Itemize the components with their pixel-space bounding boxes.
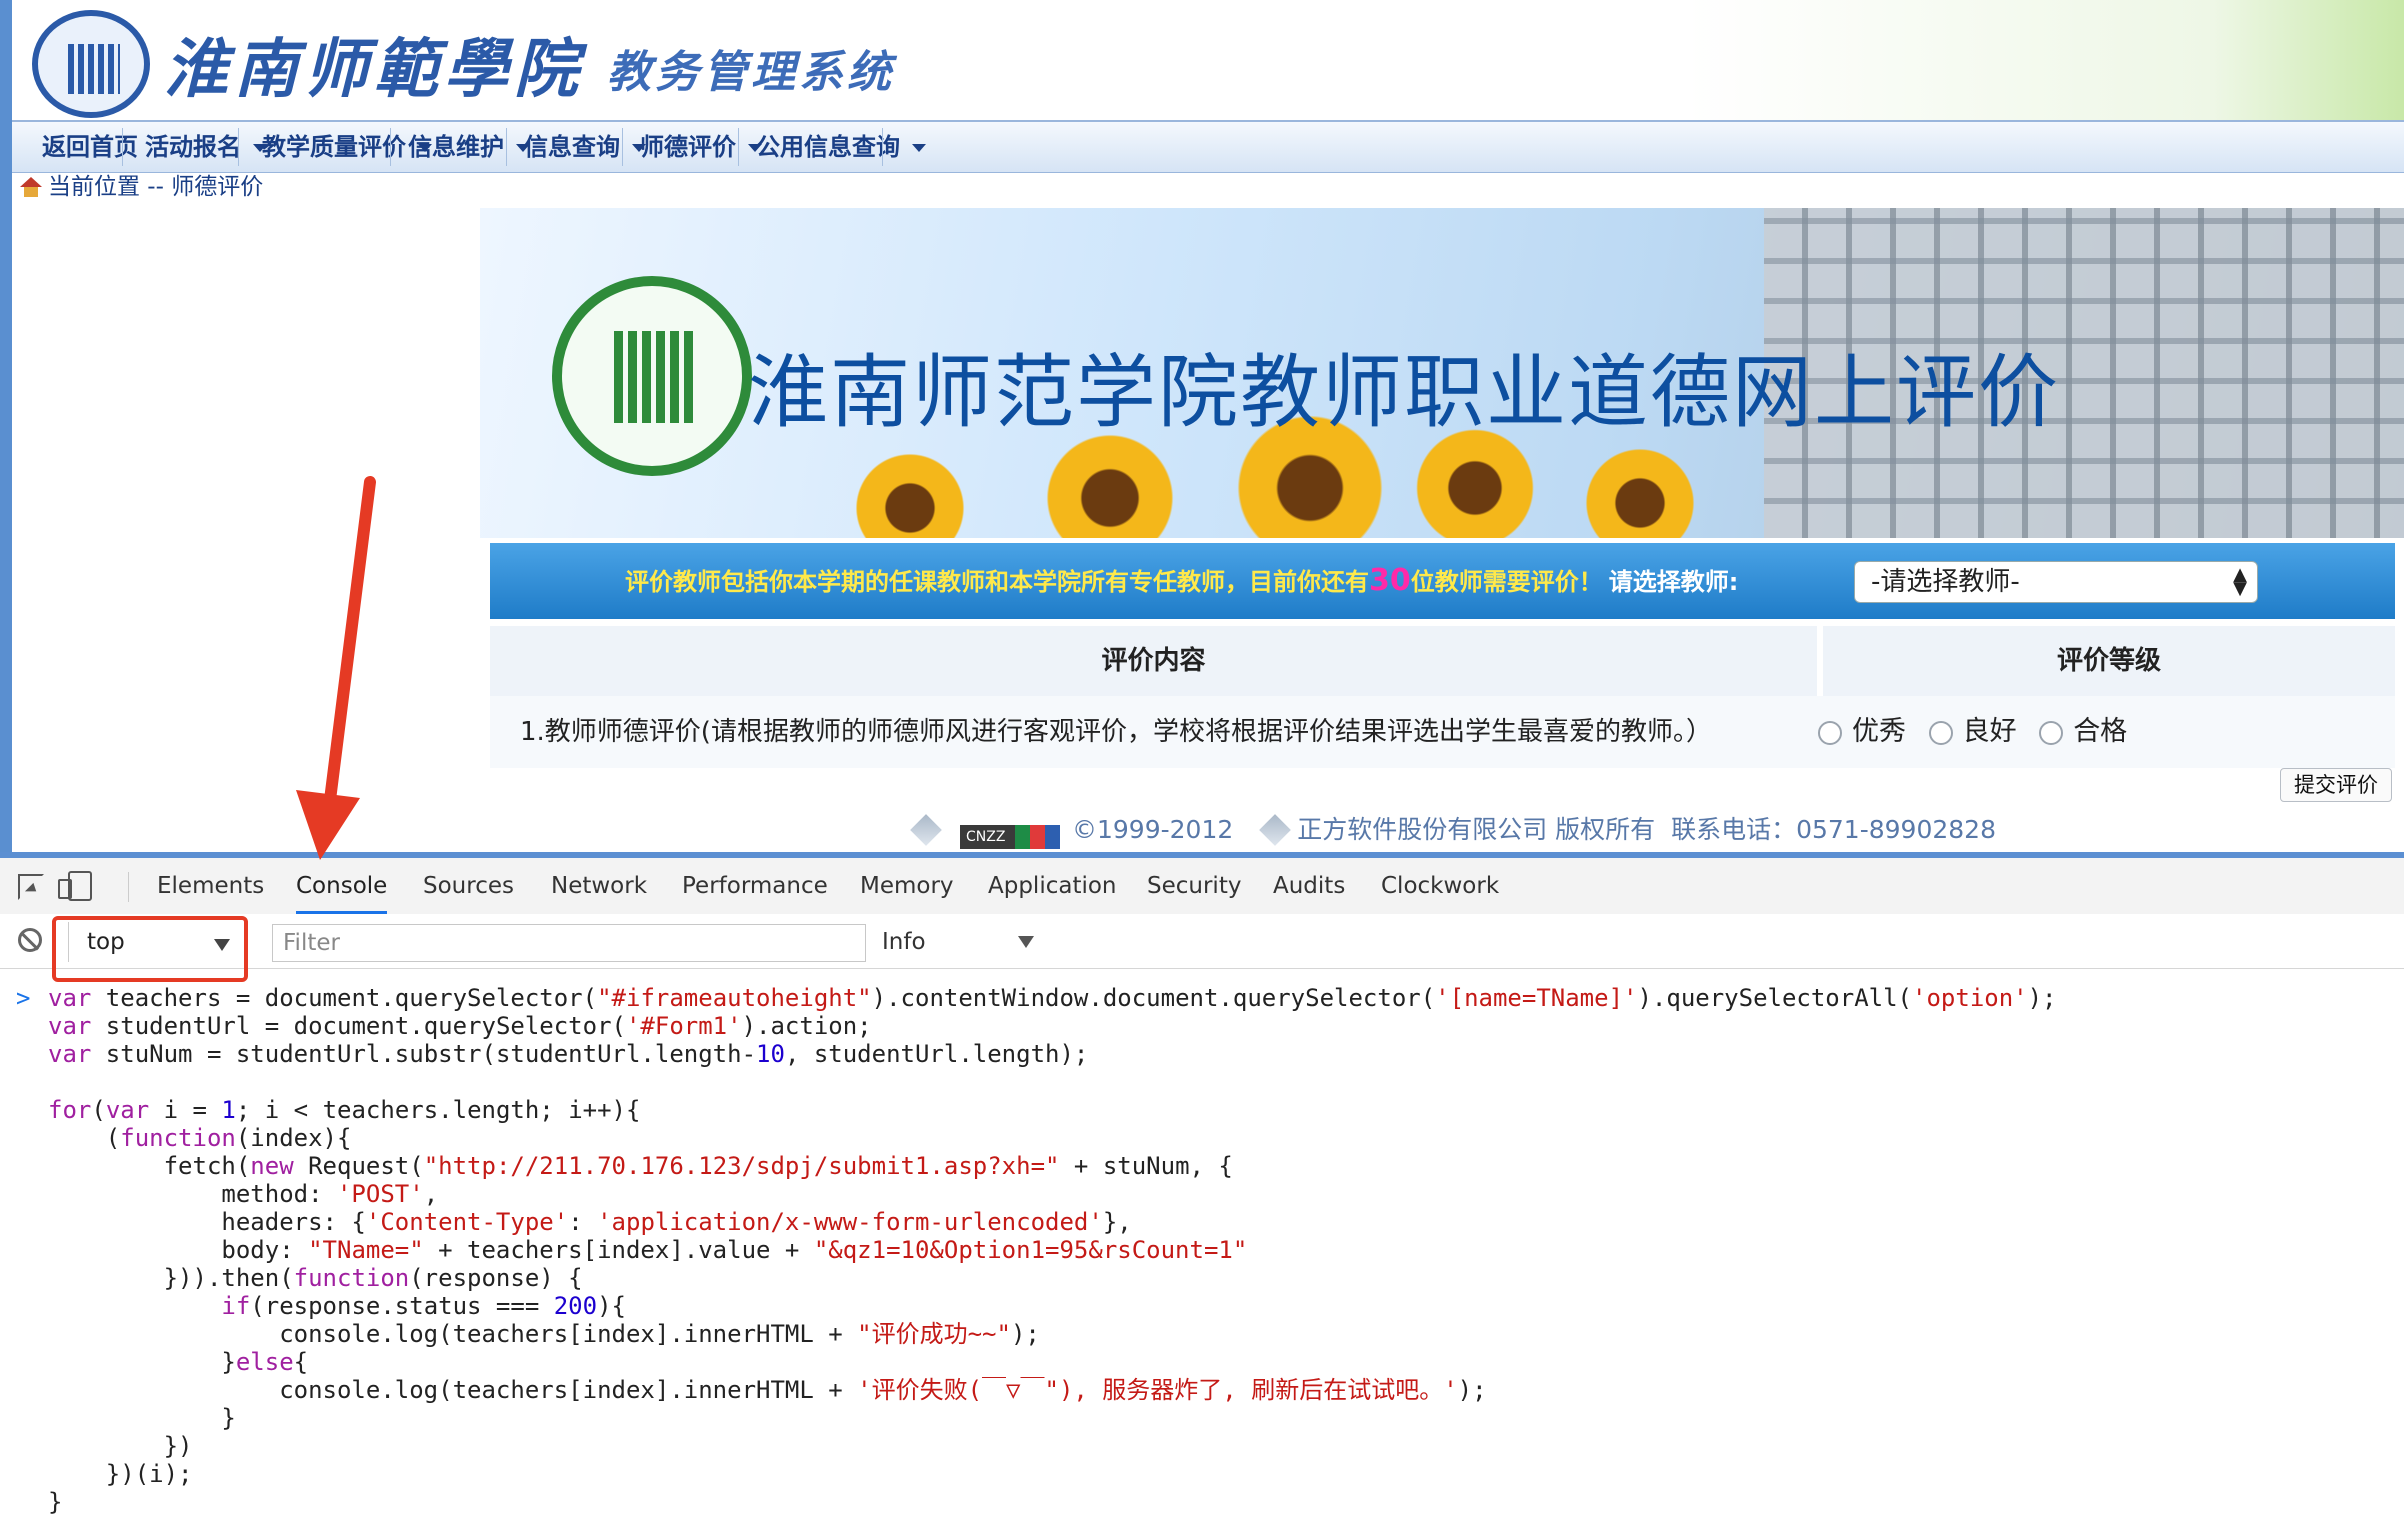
choose-teacher-label: 请选择教师: [1608,568,1739,596]
grade-radio-good[interactable] [1928,721,1953,745]
grade-options: 优秀 良好 合格 [1818,696,2141,768]
zf-logo-icon [1259,814,1292,846]
site-header: 淮南师範學院 教务管理系统 [12,0,2404,120]
tab-security[interactable]: Security [1147,858,1241,914]
grade-label: 合格 [2073,716,2128,747]
tab-console[interactable]: Console [296,858,388,914]
main-nav: 返回首页 活动报名 教学质量评价 信息维护 信息查询 师德评价 公用信息查询 [12,120,2404,173]
school-seal-icon [552,276,752,476]
left-frame-border [0,0,12,852]
nav-item-activity[interactable]: 活动报名 [145,122,267,172]
remaining-count: 30 [1369,563,1411,598]
nav-item-public-info[interactable]: 公用信息查询 [756,122,926,172]
grade-label: 优秀 [1852,716,1906,747]
cnzz-badge[interactable]: CNZZ [960,825,1060,849]
tab-memory[interactable]: Memory [860,858,954,914]
tab-sources[interactable]: Sources [423,858,514,914]
tab-performance[interactable]: Performance [682,858,828,914]
inspect-element-icon[interactable] [18,874,44,900]
tab-network[interactable]: Network [551,858,647,914]
evaluation-notice: 评价教师包括你本学期的任课教师和本学院所有专任教师，目前你还有30位教师需要评价… [625,563,1739,598]
breadcrumb: 当前位置 -- 师德评价 [20,172,263,202]
log-level-select[interactable]: Info [882,922,1042,962]
evaluation-notice-bar: 评价教师包括你本学期的任课教师和本学院所有专任教师，目前你还有30位教师需要评价… [490,543,2395,619]
chevron-down-icon [912,144,926,152]
grade-label: 良好 [1962,716,2017,747]
home-icon [20,177,42,197]
context-highlight-box [52,916,248,982]
clear-console-icon[interactable] [18,928,42,952]
evaluation-table-header: 评价内容 评价等级 [490,626,2395,696]
col-content-header: 评价内容 [1101,646,1206,676]
school-name: 淮南师範學院 [164,32,584,107]
page-footer: CNZZ ©1999-2012 正方软件股份有限公司 版权所有 联系电话：0571… [910,810,1996,850]
banner-title: 淮南师范学院教师职业道德网上评价 [748,346,2060,439]
grade-radio-pass[interactable] [2039,721,2064,745]
console-output[interactable]: > var teachers = document.querySelector(… [0,974,2404,1534]
school-logo-icon [32,10,150,118]
system-name: 教务管理系统 [607,47,895,98]
col-grade-header: 评价等级 [2056,646,2161,676]
teacher-select[interactable]: -请选择教师- ▲ ▼ [1854,561,2258,603]
tab-audits[interactable]: Audits [1273,858,1345,914]
evaluation-question: 1.教师师德评价(请根据教师的师德师风进行客观评价，学校将根据评价结果评选出学生… [520,717,1712,747]
select-arrows-icon: ▲ ▼ [2233,564,2247,599]
evaluation-row: 1.教师师德评价(请根据教师的师德师风进行客观评价，学校将根据评价结果评选出学生… [490,696,2395,768]
zf-logo-icon [910,814,942,846]
nav-item-teaching-quality[interactable]: 教学质量评价 [262,122,432,172]
console-toolbar: top Filter Info [0,914,2404,969]
dropdown-arrow-icon [1018,936,1034,948]
evaluation-table-footer [490,768,2395,804]
console-filter-input[interactable]: Filter [272,924,866,962]
device-toolbar-icon[interactable] [58,871,92,901]
tab-application[interactable]: Application [988,858,1117,914]
nav-item-info-maintain[interactable]: 信息维护 [408,122,530,172]
tab-clockwork[interactable]: Clockwork [1381,858,1499,914]
devtools-tabbar: Elements Console Sources Network Perform… [0,858,2404,915]
nav-item-ethics-eval[interactable]: 师德评价 [640,122,762,172]
tab-elements[interactable]: Elements [157,858,264,914]
webpage: 淮南师範學院 教务管理系统 返回首页 活动报名 教学质量评价 信息维护 信息查询… [0,0,2404,852]
devtools-panel: Elements Console Sources Network Perform… [0,852,2404,1528]
grade-radio-excellent[interactable] [1818,721,1842,745]
console-prompt-icon: > [16,984,31,1012]
console-code[interactable]: var teachers = document.querySelector("#… [48,984,2057,1516]
submit-evaluation-button[interactable]: 提交评价 [2280,768,2392,802]
nav-item-info-query[interactable]: 信息查询 [524,122,646,172]
nav-item-home[interactable]: 返回首页 [42,122,138,172]
evaluation-banner: 淮南师范学院教师职业道德网上评价 [480,208,2404,538]
